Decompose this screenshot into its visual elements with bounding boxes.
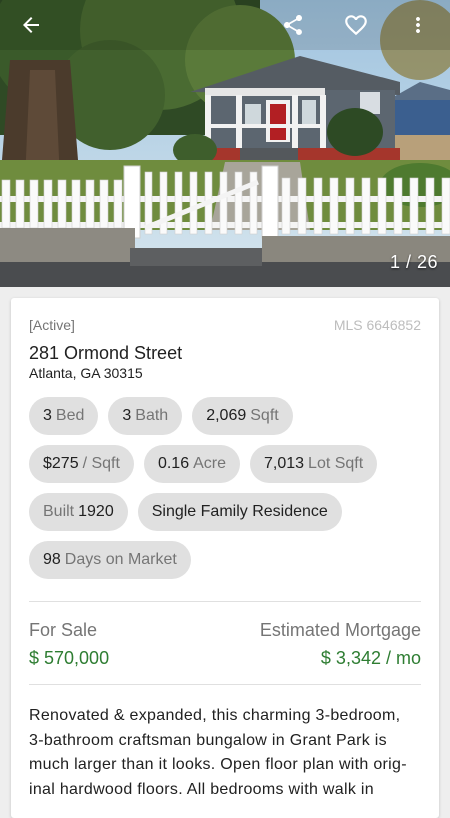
favorite-button[interactable] <box>339 8 373 42</box>
share-icon <box>284 15 302 35</box>
chip-sqft: 2,069 Sqft <box>192 397 293 435</box>
chip-baths: 3 Bath <box>108 397 183 435</box>
more-vert-icon <box>416 17 420 33</box>
property-facts: 3 Bed 3 Bath 2,069 Sqft $275/ Sqft 0.16 Acre… <box>29 397 429 589</box>
chip-price-per-sqft: $275/ Sqft <box>29 445 134 483</box>
back-arrow-icon <box>23 17 39 33</box>
street-address: 281 Ormond Street <box>29 343 183 363</box>
chip-property-type: Single Family Residence <box>137 493 342 531</box>
divider <box>29 684 421 685</box>
list-price: $ 570,000 <box>29 648 110 668</box>
description-line: much larger than it looks. Open floor pl… <box>29 756 407 773</box>
for-sale-label: For Sale <box>29 620 98 640</box>
back-button[interactable] <box>14 8 48 42</box>
description-line: 3-bathroom craftsman bungalow in Grant P… <box>29 731 387 749</box>
chip-days-on-market: 98 Days on Market <box>29 541 191 579</box>
description-line: Renovated & expanded, this charming 3-be… <box>29 707 401 724</box>
chip-beds: 3 Bed <box>29 397 99 435</box>
listing-photo[interactable]: 1 / 26 <box>0 0 450 287</box>
chip-acreage: 0.16 Acre <box>143 445 240 483</box>
photo-counter: 1 / 26 <box>389 252 438 272</box>
listing-description: Renovated & expanded, this charming 3-be… <box>29 704 421 802</box>
chip-year-built: Built 1920 <box>29 493 128 531</box>
house-photo <box>0 0 450 287</box>
listing-details-card: [Active] MLS 6646852 281 Ormond Street A… <box>11 298 439 818</box>
mls-number: MLS 6646852 <box>333 317 421 333</box>
listing-status: [Active] <box>29 317 75 333</box>
city-state-zip: Atlanta, GA 30315 <box>29 365 143 381</box>
divider <box>29 601 421 602</box>
more-options-button[interactable] <box>401 8 435 42</box>
estimated-mortgage-value[interactable]: $ 3,342 / mo <box>321 648 421 669</box>
chip-lot-sqft: 7,013 Lot Sqft <box>250 445 378 483</box>
share-button[interactable] <box>276 8 310 42</box>
heart-icon <box>345 15 367 36</box>
description-line: inal hardwood floors. All bedrooms with … <box>29 780 374 798</box>
estimated-mortgage-label: Estimated Mortgage <box>259 620 421 640</box>
